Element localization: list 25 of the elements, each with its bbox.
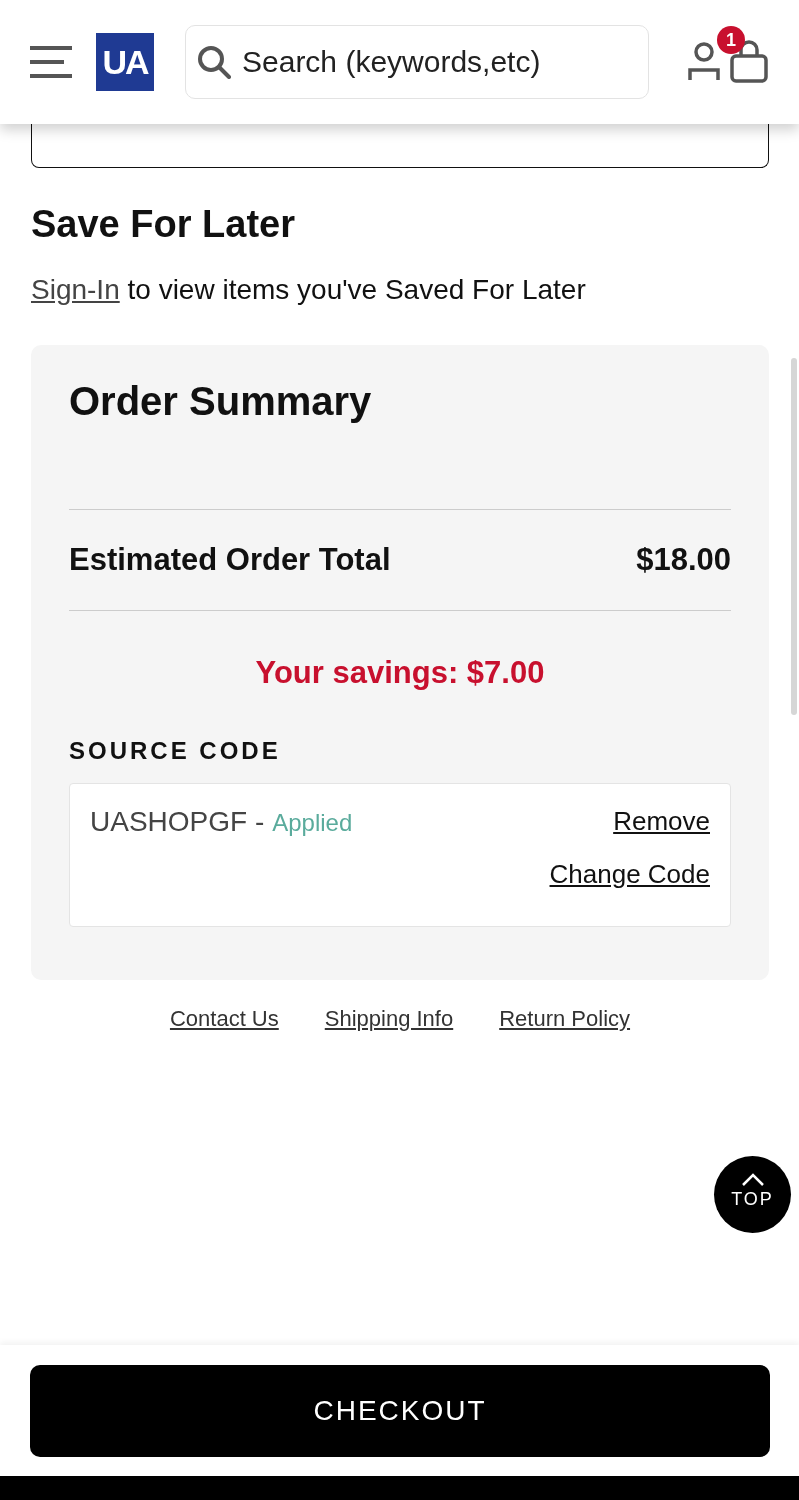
source-code-label: SOURCE CODE bbox=[69, 737, 282, 765]
search-icon bbox=[197, 45, 231, 79]
savings-text: Your savings: $7.00 bbox=[254, 655, 546, 691]
footer-link[interactable]: Shipping Info bbox=[324, 1006, 454, 1032]
back-to-top-button[interactable]: TOP bbox=[714, 1156, 791, 1233]
applied-status: Applied bbox=[272, 809, 353, 836]
logo[interactable]: UA bbox=[96, 33, 154, 91]
menu-icon[interactable] bbox=[30, 46, 72, 78]
sign-in-prompt: Sign-In to view items you've Saved For Later bbox=[31, 273, 587, 307]
footer-link[interactable]: Return Policy bbox=[499, 1006, 631, 1032]
account-icon[interactable] bbox=[687, 42, 721, 82]
sign-in-link[interactable]: Sign-In bbox=[31, 274, 120, 305]
search-field[interactable]: Search (keywords,etc) bbox=[185, 25, 649, 99]
total-amount: $18.00 bbox=[636, 542, 731, 578]
remove-link[interactable]: Remove bbox=[613, 806, 710, 837]
footer-link[interactable]: Contact Us bbox=[169, 1006, 279, 1032]
continue-shopping-button[interactable] bbox=[31, 124, 769, 168]
change-code-link[interactable]: Change Code bbox=[549, 859, 710, 890]
promo-code: UASHOPGF - bbox=[90, 806, 265, 837]
summary-title: Order Summary bbox=[69, 378, 373, 425]
section-title: Save For Later bbox=[31, 202, 296, 246]
checkout-button[interactable]: CHECKOUT bbox=[30, 1365, 770, 1457]
chevron-up-icon bbox=[740, 1173, 765, 1187]
total-label: Estimated Order Total bbox=[69, 542, 391, 578]
cart-count-badge: 1 bbox=[717, 26, 745, 54]
